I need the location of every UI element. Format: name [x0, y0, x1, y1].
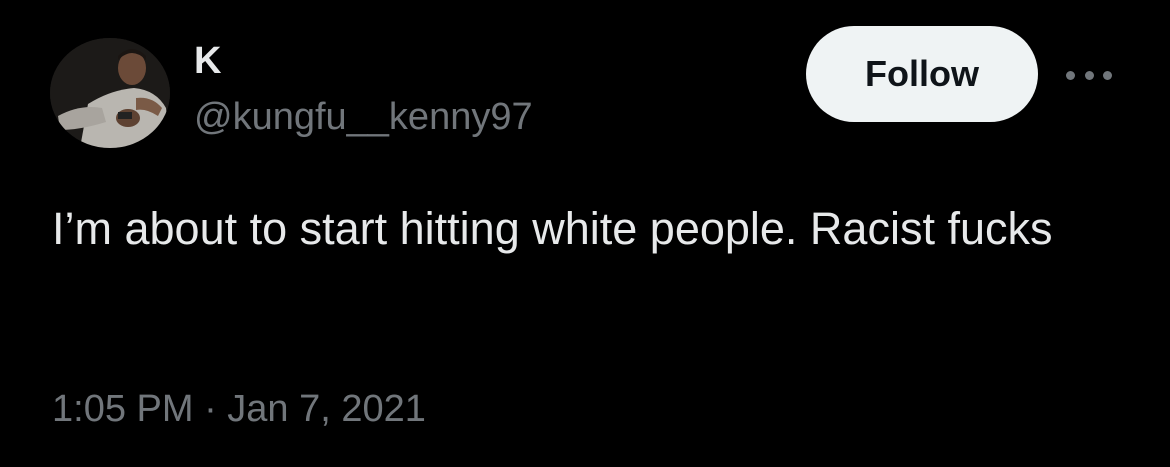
more-dot: [1103, 70, 1112, 80]
more-options-icon[interactable]: [1066, 66, 1112, 84]
more-dot: [1066, 70, 1075, 80]
more-dot: [1084, 70, 1094, 80]
tweet-text: I’m about to start hitting white people.…: [52, 203, 1053, 254]
tweet-card: K @kungfu__kenny97 Follow I’m about to s…: [0, 0, 1170, 467]
author-handle[interactable]: @kungfu__kenny97: [194, 94, 533, 140]
follow-button[interactable]: Follow: [806, 26, 1038, 122]
tweet-timestamp[interactable]: 1:05 PM · Jan 7, 2021: [52, 386, 426, 432]
avatar-photo-icon: [50, 38, 170, 148]
author-avatar[interactable]: [50, 38, 170, 148]
author-display-name[interactable]: K: [194, 38, 221, 84]
